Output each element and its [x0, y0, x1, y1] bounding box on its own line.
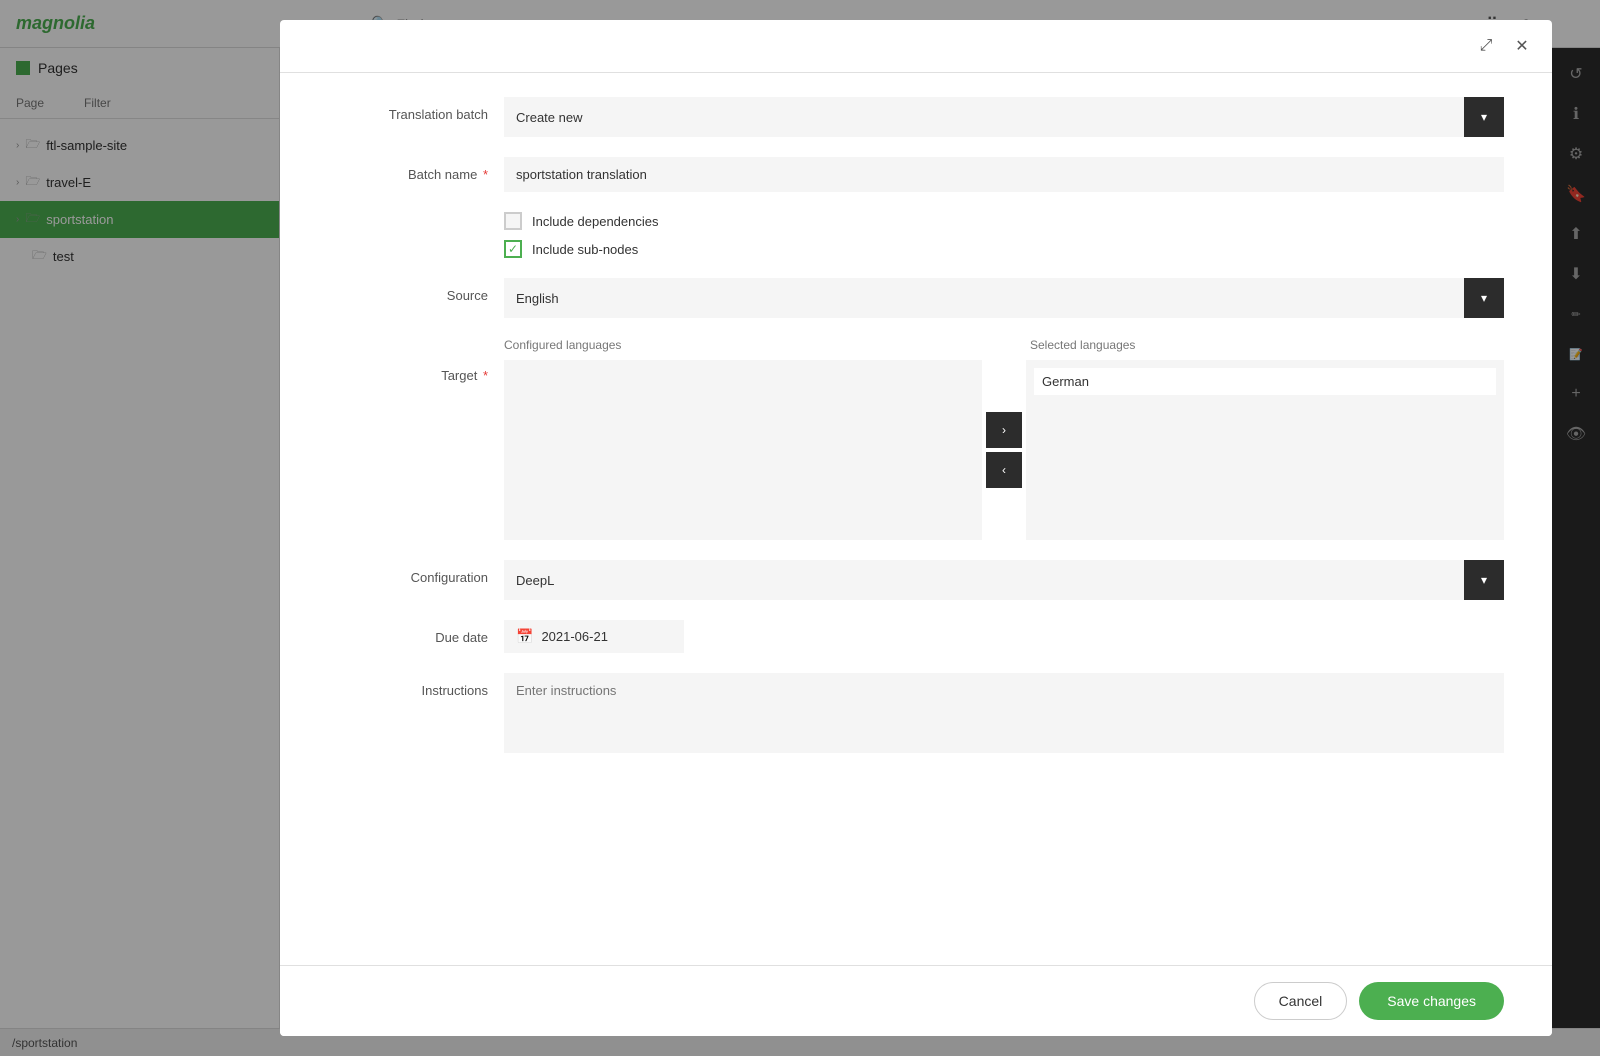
instructions-label: Instructions: [328, 673, 488, 698]
chevron-down-icon: ▾: [1481, 291, 1487, 305]
source-select[interactable]: English ▾: [504, 278, 1504, 318]
configuration-label: Configuration: [328, 560, 488, 585]
expand-icon: ⤢: [1480, 37, 1493, 55]
configuration-control: DeepL ▾: [504, 560, 1504, 600]
selected-language-german[interactable]: German: [1034, 368, 1496, 395]
dual-list-panels: › ‹ German: [504, 360, 1504, 540]
translation-batch-value: Create new: [504, 100, 1464, 135]
save-changes-button[interactable]: Save changes: [1359, 982, 1504, 1020]
dual-list-headers: Configured languages Selected languages: [504, 338, 1504, 356]
chevron-down-icon: ▾: [1481, 110, 1487, 124]
configuration-value: DeepL: [504, 563, 1464, 598]
arrow-left-icon: ‹: [1002, 463, 1006, 477]
dual-list: Configured languages Selected languages …: [504, 338, 1504, 540]
required-indicator: *: [479, 167, 488, 182]
checkboxes-control: Include dependencies ✓ Include sub-nodes: [504, 212, 1504, 258]
calendar-icon: 📅: [516, 628, 533, 645]
configured-languages-panel: [504, 360, 982, 540]
configuration-select[interactable]: DeepL ▾: [504, 560, 1504, 600]
chevron-down-icon: ▾: [1481, 573, 1487, 587]
target-label: Target *: [328, 338, 488, 383]
dual-list-controls: › ‹: [982, 360, 1026, 540]
instructions-textarea[interactable]: [504, 673, 1504, 753]
source-value: English: [504, 281, 1464, 316]
expand-button[interactable]: ⤢: [1472, 32, 1500, 60]
configuration-arrow[interactable]: ▾: [1464, 560, 1504, 600]
dialog: ⤢ ✕ Translation batch Create new ▾ Batch…: [280, 20, 1552, 1036]
dialog-footer: Cancel Save changes: [280, 965, 1552, 1036]
move-left-button[interactable]: ‹: [986, 452, 1022, 488]
close-icon: ✕: [1515, 36, 1528, 56]
required-indicator: *: [479, 368, 488, 383]
dialog-header: ⤢ ✕: [280, 20, 1552, 73]
checkboxes-row: Include dependencies ✓ Include sub-nodes: [328, 212, 1504, 258]
target-control: Configured languages Selected languages …: [504, 338, 1504, 540]
translation-batch-label: Translation batch: [328, 97, 488, 122]
translation-batch-arrow[interactable]: ▾: [1464, 97, 1504, 137]
include-sub-nodes-item[interactable]: ✓ Include sub-nodes: [504, 240, 1504, 258]
translation-batch-select[interactable]: Create new ▾: [504, 97, 1504, 137]
target-row: Target * Configured languages Selected l…: [328, 338, 1504, 540]
source-label: Source: [328, 278, 488, 303]
due-date-row: Due date 📅 2021-06-21: [328, 620, 1504, 653]
instructions-row: Instructions: [328, 673, 1504, 753]
due-date-control: 📅 2021-06-21: [504, 620, 1504, 653]
configured-languages-header: Configured languages: [504, 338, 978, 356]
batch-name-label: Batch name *: [328, 157, 488, 182]
source-arrow[interactable]: ▾: [1464, 278, 1504, 318]
cancel-button[interactable]: Cancel: [1254, 982, 1348, 1020]
selected-languages-panel: German: [1026, 360, 1504, 540]
due-date-label: Due date: [328, 620, 488, 645]
batch-name-input[interactable]: [504, 157, 1504, 192]
include-dependencies-item[interactable]: Include dependencies: [504, 212, 1504, 230]
configuration-row: Configuration DeepL ▾: [328, 560, 1504, 600]
translation-batch-control: Create new ▾: [504, 97, 1504, 137]
source-control: English ▾: [504, 278, 1504, 318]
checkboxes-empty-label: [328, 212, 488, 222]
include-sub-nodes-checkbox[interactable]: ✓: [504, 240, 522, 258]
batch-name-row: Batch name *: [328, 157, 1504, 192]
selected-languages-header: Selected languages: [1022, 338, 1504, 356]
due-date-value: 2021-06-21: [541, 629, 608, 644]
instructions-control: [504, 673, 1504, 753]
arrow-right-icon: ›: [1002, 423, 1006, 437]
include-dependencies-label: Include dependencies: [532, 214, 659, 229]
close-button[interactable]: ✕: [1508, 32, 1536, 60]
move-right-button[interactable]: ›: [986, 412, 1022, 448]
translation-batch-row: Translation batch Create new ▾: [328, 97, 1504, 137]
dialog-body: Translation batch Create new ▾ Batch nam…: [280, 73, 1552, 965]
include-dependencies-checkbox[interactable]: [504, 212, 522, 230]
checkmark-icon: ✓: [508, 242, 518, 256]
checkbox-group: Include dependencies ✓ Include sub-nodes: [504, 212, 1504, 258]
include-sub-nodes-label: Include sub-nodes: [532, 242, 638, 257]
source-row: Source English ▾: [328, 278, 1504, 318]
batch-name-control: [504, 157, 1504, 192]
due-date-input[interactable]: 📅 2021-06-21: [504, 620, 684, 653]
